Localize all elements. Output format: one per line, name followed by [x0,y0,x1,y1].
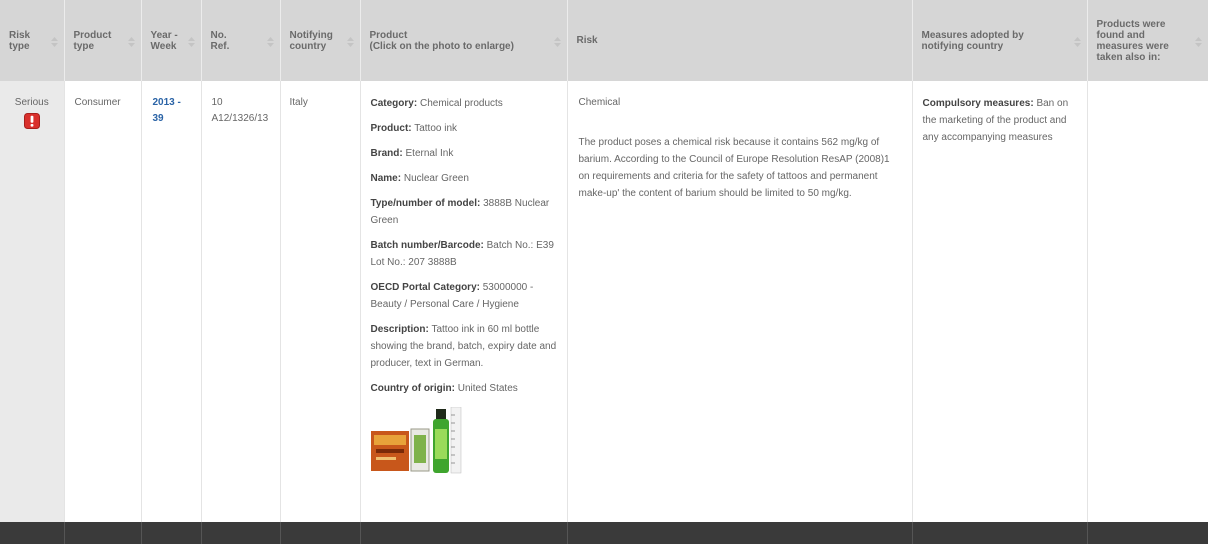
header-risk-type[interactable]: Risk type [0,0,65,81]
product-description: Description: Tattoo ink in 60 ml bottle … [370,324,557,369]
cell-measures: Compulsory measures: Ban on the marketin… [912,81,1088,522]
header-label: taken also in: [1096,51,1161,63]
sort-arrows-icon[interactable] [127,36,136,48]
product-category: Category: Chemical products [370,98,503,109]
sort-arrows-icon[interactable] [50,36,59,48]
table-header-row: Risk type Product type Year - Week No. R… [0,0,1208,81]
header-year-week[interactable]: Year - Week [141,0,202,81]
column-divider [912,522,913,544]
sort-arrows-icon[interactable] [553,36,562,48]
product-product: Product: Tattoo ink [370,123,458,134]
product-photo-thumbnail[interactable] [370,406,557,481]
column-divider [280,522,281,544]
cell-risk-type: Serious [0,81,65,522]
year-week-link-week[interactable]: 39 [153,113,164,124]
year-week-link[interactable]: 2013 - [153,97,181,108]
header-label: found and [1096,29,1145,41]
column-divider [1087,522,1088,544]
cell-year-week: 2013 - 39 [141,81,202,522]
header-label: country [289,40,327,52]
header-label: Product [73,29,112,41]
header-measures[interactable]: Measures adopted by notifying country [912,0,1088,81]
sort-arrows-icon[interactable] [187,36,196,48]
product-oecd-category: OECD Portal Category: 53000000 - Beauty … [370,282,534,310]
header-label: measures were [1096,40,1169,52]
ref-code: A12/1326/13 [211,113,269,124]
product-origin: Country of origin: United States [370,383,518,394]
header-label: Week [150,40,177,52]
header-risk[interactable]: Risk [567,0,913,81]
column-divider [141,522,142,544]
header-product-type[interactable]: Product type [64,0,142,81]
header-product[interactable]: Product (Click on the photo to enlarge) [360,0,568,81]
sort-arrows-icon[interactable] [346,36,355,48]
table-row: Serious Consumer 2013 - 39 10 A12/1326/1… [0,81,1208,522]
rapex-notification-table: Risk type Product type Year - Week No. R… [0,0,1208,522]
header-label: type [73,40,95,52]
header-label: Year - [150,29,178,41]
notifying-country-text: Italy [289,97,308,108]
ref-number: 10 [211,97,223,108]
column-divider [567,522,568,544]
next-row-header-bar [0,522,1208,544]
cell-notifying-country: Italy [280,81,361,522]
risk-level-text: Serious [14,97,49,108]
product-brand: Brand: Eternal Ink [370,148,454,159]
column-divider [64,522,65,544]
header-label: Notifying [289,29,333,41]
cell-found-also [1087,81,1208,522]
measures-text: Compulsory measures: Ban on the marketin… [922,98,1069,143]
header-label: Risk [9,29,31,41]
header-label: type [9,40,30,52]
risk-title: Chemical [578,97,621,108]
risk-description: The product poses a chemical risk becaus… [578,137,890,199]
header-label: (Click on the photo to enlarge) [369,40,514,52]
header-label: Products were [1096,18,1166,30]
header-label: Risk [576,35,598,46]
header-found-also[interactable]: Products were found and measures were ta… [1087,0,1208,81]
product-batch: Batch number/Barcode: Batch No.: E39 Lot… [370,240,554,268]
cell-risk: Chemical The product poses a chemical ri… [567,81,913,522]
column-divider [360,522,361,544]
header-label: Measures adopted by [921,29,1024,41]
sort-arrows-icon[interactable] [1073,36,1082,48]
sort-arrows-icon[interactable] [1194,36,1203,48]
header-label: Product [369,29,408,41]
column-divider [201,522,202,544]
product-type-text: Consumer [74,97,121,108]
header-label: No. [210,29,227,41]
header-label: notifying country [921,40,1004,52]
header-notifying-country[interactable]: Notifying country [280,0,361,81]
cell-product: Category: Chemical products Product: Tat… [360,81,568,522]
header-ref[interactable]: No. Ref. [201,0,281,81]
product-model: Type/number of model: 3888B Nuclear Gree… [370,198,550,226]
product-name: Name: Nuclear Green [370,173,469,184]
header-label: Ref. [210,40,230,52]
exclamation-alert-icon [23,113,40,129]
cell-product-type: Consumer [64,81,142,522]
cell-ref: 10 A12/1326/13 [201,81,281,522]
sort-arrows-icon[interactable] [266,36,275,48]
